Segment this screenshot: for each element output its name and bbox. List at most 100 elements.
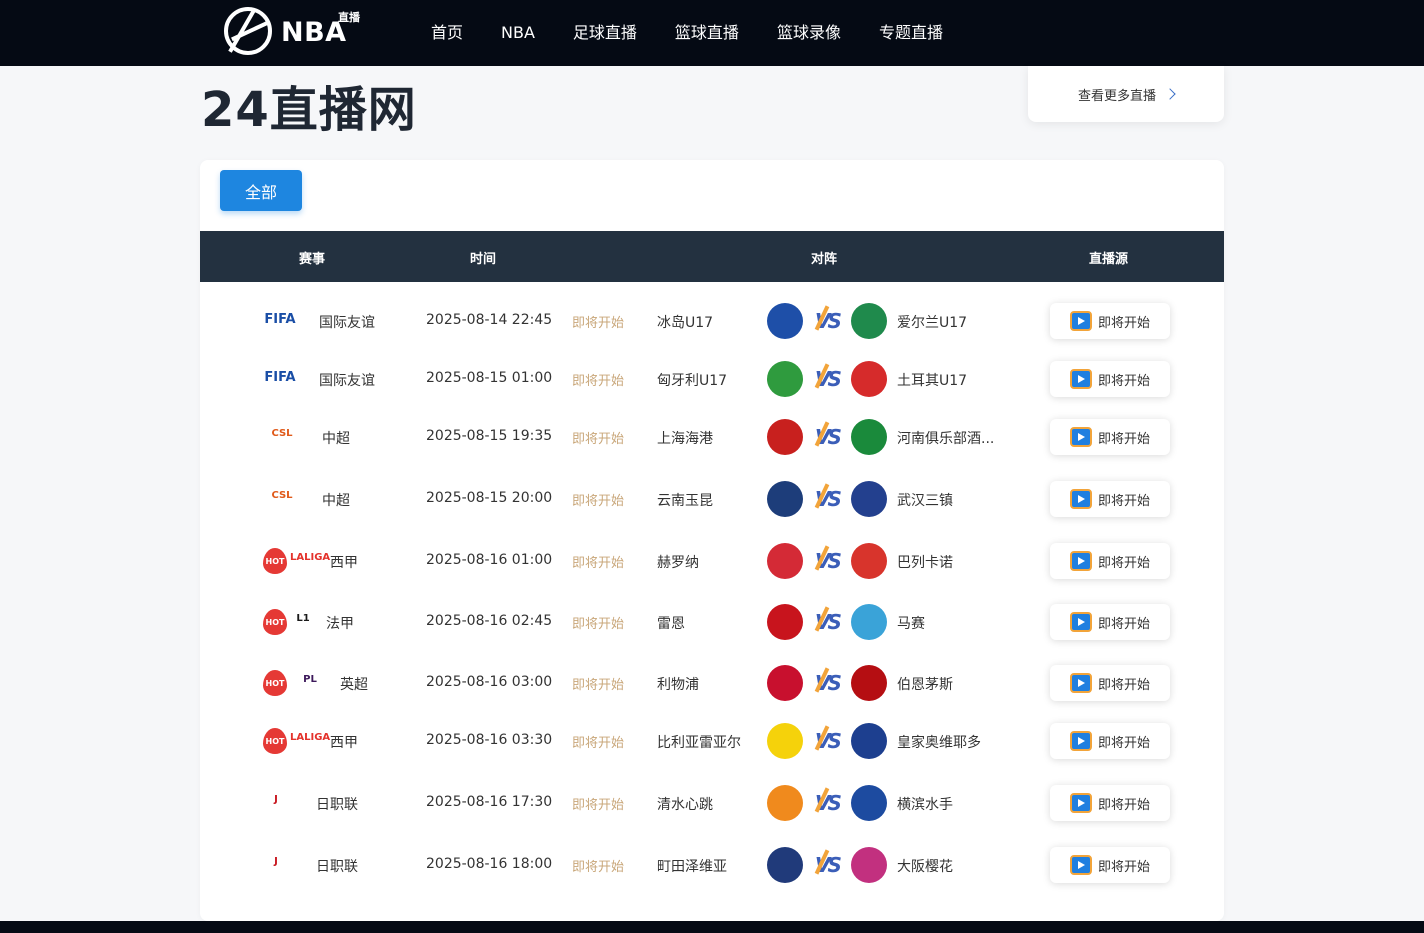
table-row[interactable]: CSL 中超 2025-08-15 20:00 即将开始 云南玉昆 VS 武汉三镇 即将开始 bbox=[200, 470, 1224, 528]
league-name[interactable]: 日职联 bbox=[316, 856, 358, 876]
vs-icon: VS bbox=[815, 309, 842, 333]
match-status: 即将开始 bbox=[572, 556, 625, 571]
home-team-name[interactable]: 利物浦 bbox=[657, 674, 699, 694]
top-navbar: NBA 直播 首页 NBA 足球直播 篮球直播 篮球录像 专题直播 bbox=[0, 0, 1424, 66]
home-team-name[interactable]: 清水心跳 bbox=[657, 794, 713, 814]
match-status: 即将开始 bbox=[572, 316, 625, 331]
tv-icon bbox=[1069, 855, 1092, 875]
table-row[interactable]: J 日职联 2025-08-16 17:30 即将开始 清水心跳 VS 横滨水手 即将开始 bbox=[200, 774, 1224, 832]
away-team-name[interactable]: 武汉三镇 bbox=[897, 490, 953, 510]
home-team-crest-icon bbox=[767, 361, 803, 397]
table-row[interactable]: CSL 中超 2025-08-15 19:35 即将开始 上海海港 VS 河南俱乐部酒...… bbox=[200, 408, 1224, 466]
table-row[interactable]: J 日职联 2025-08-16 18:00 即将开始 町田泽维亚 VS 大阪樱花 即将开始 bbox=[200, 836, 1224, 894]
match-status: 即将开始 bbox=[572, 617, 625, 632]
tv-icon bbox=[1069, 551, 1092, 571]
league-name[interactable]: 中超 bbox=[322, 490, 350, 510]
nav-basketball-replay[interactable]: 篮球录像 bbox=[758, 0, 860, 66]
match-status: 即将开始 bbox=[572, 432, 625, 447]
nav-nba[interactable]: NBA bbox=[482, 0, 554, 66]
home-team-crest-icon bbox=[767, 303, 803, 339]
live-source-button[interactable]: 即将开始 bbox=[1050, 665, 1170, 701]
home-team-name[interactable]: 赫罗纳 bbox=[657, 552, 699, 572]
live-source-button[interactable]: 即将开始 bbox=[1050, 303, 1170, 339]
league-name[interactable]: 日职联 bbox=[316, 794, 358, 814]
live-source-button[interactable]: 即将开始 bbox=[1050, 847, 1170, 883]
home-team-name[interactable]: 云南玉昆 bbox=[657, 490, 713, 510]
table-row[interactable]: FIFA 国际友谊 2025-08-14 22:45 即将开始 冰岛U17 VS 爱尔兰U1… bbox=[200, 292, 1224, 350]
away-team-crest-icon bbox=[851, 665, 887, 701]
league-name[interactable]: 西甲 bbox=[330, 552, 358, 572]
match-time: 2025-08-16 03:00 bbox=[426, 674, 553, 690]
away-team-name[interactable]: 土耳其U17 bbox=[897, 370, 967, 390]
away-team-name[interactable]: 皇家奥维耶多 bbox=[897, 732, 981, 752]
live-source-label: 即将开始 bbox=[1097, 555, 1150, 571]
away-team-name[interactable]: 伯恩茅斯 bbox=[897, 674, 953, 694]
league-name[interactable]: 西甲 bbox=[330, 732, 358, 752]
match-status: 即将开始 bbox=[572, 736, 625, 751]
chevron-right-icon bbox=[1164, 88, 1176, 100]
hot-badge-icon: HOT bbox=[262, 548, 288, 574]
league-name[interactable]: 法甲 bbox=[326, 613, 354, 633]
table-row[interactable]: FIFA 国际友谊 2025-08-15 01:00 即将开始 匈牙利U17 VS 土耳其U… bbox=[200, 350, 1224, 408]
schedule-panel: 全部 赛事 时间 对阵 直播源 FIFA 国际友谊 2025-08-14 22:45… bbox=[200, 160, 1224, 921]
live-source-button[interactable]: 即将开始 bbox=[1050, 543, 1170, 579]
live-source-label: 即将开始 bbox=[1097, 859, 1150, 875]
live-source-button[interactable]: 即将开始 bbox=[1050, 604, 1170, 640]
match-time: 2025-08-14 22:45 bbox=[426, 312, 553, 328]
nav-football-live[interactable]: 足球直播 bbox=[554, 0, 656, 66]
hot-badge-icon: HOT bbox=[262, 670, 288, 696]
more-live-button[interactable]: 查看更多直播 bbox=[1028, 66, 1224, 122]
tv-icon bbox=[1069, 369, 1092, 389]
home-team-name[interactable]: 比利亚雷亚尔 bbox=[657, 732, 741, 752]
table-row[interactable]: HOT LALIGA 西甲 2025-08-16 03:30 即将开始 比利亚雷亚尔 VS 皇… bbox=[200, 712, 1224, 770]
away-team-name[interactable]: 大阪樱花 bbox=[897, 856, 953, 876]
table-row[interactable]: HOT L1 法甲 2025-08-16 02:45 即将开始 雷恩 VS 马赛 即将开始 bbox=[200, 593, 1224, 651]
site-logo[interactable]: NBA 直播 bbox=[224, 7, 374, 59]
live-source-label: 即将开始 bbox=[1097, 677, 1150, 693]
home-team-name[interactable]: 冰岛U17 bbox=[657, 312, 713, 332]
hot-badge-icon: HOT bbox=[262, 609, 288, 635]
away-team-name[interactable]: 爱尔兰U17 bbox=[897, 312, 967, 332]
home-team-name[interactable]: 町田泽维亚 bbox=[657, 856, 727, 876]
live-source-button[interactable]: 即将开始 bbox=[1050, 723, 1170, 759]
vs-icon: VS bbox=[815, 729, 842, 753]
away-team-crest-icon bbox=[851, 604, 887, 640]
away-team-name[interactable]: 马赛 bbox=[897, 613, 925, 633]
vs-icon: VS bbox=[815, 791, 842, 815]
nav-home[interactable]: 首页 bbox=[412, 0, 482, 66]
live-source-button[interactable]: 即将开始 bbox=[1050, 419, 1170, 455]
page-title: 24直播网 bbox=[201, 82, 417, 138]
league-name[interactable]: 英超 bbox=[340, 674, 368, 694]
nav-basketball-live[interactable]: 篮球直播 bbox=[656, 0, 758, 66]
nav-special-live[interactable]: 专题直播 bbox=[860, 0, 962, 66]
home-team-name[interactable]: 上海海港 bbox=[657, 428, 713, 448]
league-logo-icon: L1 bbox=[296, 613, 310, 624]
vs-icon: VS bbox=[815, 853, 842, 877]
table-row[interactable]: HOT PL 英超 2025-08-16 03:00 即将开始 利物浦 VS 伯恩茅斯 即将开始 bbox=[200, 654, 1224, 712]
logo-subtext: 直播 bbox=[338, 11, 360, 24]
table-row[interactable]: HOT LALIGA 西甲 2025-08-16 01:00 即将开始 赫罗纳 VS 巴列卡诺… bbox=[200, 532, 1224, 590]
live-source-button[interactable]: 即将开始 bbox=[1050, 785, 1170, 821]
match-time: 2025-08-16 17:30 bbox=[426, 794, 553, 810]
home-team-name[interactable]: 匈牙利U17 bbox=[657, 370, 727, 390]
live-source-button[interactable]: 即将开始 bbox=[1050, 361, 1170, 397]
live-source-button[interactable]: 即将开始 bbox=[1050, 481, 1170, 517]
away-team-crest-icon bbox=[851, 543, 887, 579]
league-name[interactable]: 国际友谊 bbox=[319, 370, 375, 390]
league-name[interactable]: 中超 bbox=[322, 428, 350, 448]
away-team-name[interactable]: 巴列卡诺 bbox=[897, 552, 953, 572]
away-team-name[interactable]: 横滨水手 bbox=[897, 794, 953, 814]
live-source-label: 即将开始 bbox=[1097, 373, 1150, 389]
match-time: 2025-08-16 01:00 bbox=[426, 552, 553, 568]
home-team-name[interactable]: 雷恩 bbox=[657, 613, 685, 633]
home-team-crest-icon bbox=[767, 604, 803, 640]
table-header: 赛事 时间 对阵 直播源 bbox=[200, 231, 1224, 282]
tv-icon bbox=[1069, 612, 1092, 632]
tab-all[interactable]: 全部 bbox=[220, 170, 302, 211]
match-status: 即将开始 bbox=[572, 860, 625, 875]
league-logo-icon: CSL bbox=[271, 428, 293, 439]
league-name[interactable]: 国际友谊 bbox=[319, 312, 375, 332]
away-team-crest-icon bbox=[851, 481, 887, 517]
away-team-name[interactable]: 河南俱乐部酒... bbox=[897, 428, 994, 448]
live-source-label: 即将开始 bbox=[1097, 797, 1150, 813]
